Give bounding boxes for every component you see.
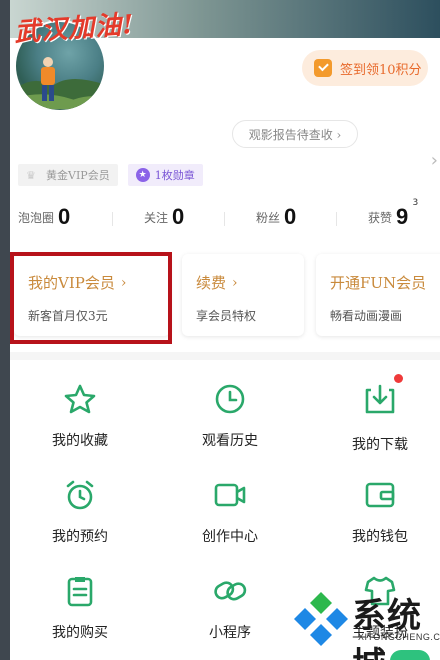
stat-value: 0 (58, 204, 71, 229)
video-camera-icon (214, 483, 246, 507)
watermark: 系统城 XITONGCHENG.COM (240, 582, 440, 660)
stat-value: 0 (172, 204, 185, 229)
grid-item-reservations[interactable]: 我的预约 (10, 478, 150, 568)
clipboard-icon (67, 577, 93, 607)
stat-followers[interactable]: 粉丝 0 (256, 204, 296, 230)
fun-title-text: 开通FUN会员 (330, 274, 427, 292)
grid-item-label: 创作中心 (202, 529, 258, 545)
grid-item-label: 我的收藏 (52, 433, 108, 449)
stats-row: 泡泡圈 0 关注 0 粉丝 0 获赞 9 3 (16, 198, 440, 238)
stat-label: 关注 (144, 210, 169, 225)
stat-label: 泡泡圈 (18, 210, 55, 225)
stat-value: 0 (284, 204, 297, 229)
wallet-icon (365, 482, 395, 508)
fun-title: 开通FUN会员 (330, 272, 440, 293)
grid-item-downloads[interactable]: 我的下载 (310, 374, 440, 472)
grid-item-label: 观看历史 (202, 433, 258, 449)
chevron-right-icon[interactable]: › (431, 150, 438, 171)
xitongcheng-logo-icon (294, 592, 348, 646)
stat-following[interactable]: 关注 0 (144, 204, 184, 230)
stat-bubble-circle[interactable]: 泡泡圈 0 (18, 204, 70, 230)
medal-badge[interactable]: ★ 1枚勋章 (127, 164, 203, 186)
profile-screen: 武汉加油! 签到领10积分 观影报告待查收 › › ♛ 黄金VIP会员 ★ 1枚… (0, 0, 440, 660)
left-strip (0, 0, 10, 660)
grid-item-label: 我的下载 (352, 437, 408, 453)
badges-row: ♛ 黄金VIP会员 ★ 1枚勋章 (18, 164, 203, 186)
stat-label: 获赞 (368, 210, 393, 225)
grid-item-label: 我的购买 (52, 625, 108, 641)
watermark-url: XITONGCHENG.COM (358, 632, 440, 642)
calendar-check-icon (314, 59, 332, 77)
grid-item-favorites[interactable]: 我的收藏 (10, 382, 150, 472)
renew-title-text: 续费 (196, 274, 227, 292)
grid-item-purchases[interactable]: 我的购买 (10, 574, 150, 660)
grid-item-wallet[interactable]: 我的钱包 (310, 478, 440, 568)
avatar-person-icon (41, 57, 55, 101)
chevron-right-icon: › (232, 274, 238, 291)
grid-item-history[interactable]: 观看历史 (160, 382, 300, 472)
renew-card[interactable]: 续费 › 享会员特权 (182, 254, 304, 336)
bottom-green-pill (390, 650, 430, 660)
download-icon (365, 384, 395, 414)
fun-membership-card[interactable]: 开通FUN会员 畅看动画漫画 (316, 254, 440, 336)
stat-likes[interactable]: 获赞 9 3 (368, 198, 418, 230)
watermark-brand: 系统城 (352, 596, 422, 660)
medal-label: 1枚勋章 (154, 169, 195, 182)
star-icon (64, 384, 96, 414)
clock-icon (215, 384, 245, 414)
grid-item-creator-center[interactable]: 创作中心 (160, 478, 300, 568)
fun-subtitle: 畅看动画漫画 (330, 309, 403, 323)
viewing-report-label: 观影报告待查收 › (248, 127, 342, 142)
alarm-icon (66, 480, 94, 510)
grid-item-label: 我的预约 (52, 529, 108, 545)
download-icon-wrap (363, 374, 403, 420)
avatar-landscape-icon (16, 78, 104, 110)
crown-icon: ♛ (26, 169, 36, 182)
vip-level-label: 黄金VIP会员 (46, 169, 110, 182)
divider (336, 212, 337, 226)
medal-icon: ★ (135, 168, 150, 182)
highlight-box (10, 252, 172, 344)
renew-title: 续费 › (196, 272, 304, 293)
stat-value: 9 (396, 204, 409, 229)
renew-subtitle: 享会员特权 (196, 309, 257, 323)
stat-superscript: 3 (412, 198, 419, 208)
vip-level-badge[interactable]: ♛ 黄金VIP会员 (18, 164, 118, 186)
checkin-button[interactable]: 签到领10积分 (302, 50, 428, 86)
divider (224, 212, 225, 226)
grid-item-label: 我的钱包 (352, 529, 408, 545)
checkin-label: 签到领10积分 (340, 62, 422, 78)
viewing-report-link[interactable]: 观影报告待查收 › (232, 120, 358, 148)
notification-dot (394, 374, 403, 383)
stat-label: 粉丝 (256, 210, 281, 225)
divider (112, 212, 113, 226)
